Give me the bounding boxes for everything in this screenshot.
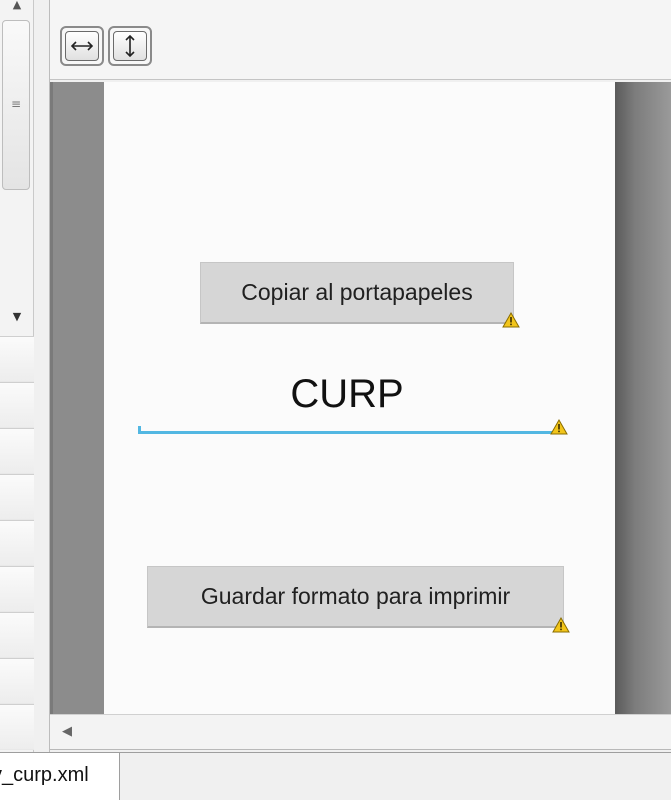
device-screen-preview: Copiar al portapapeles CURP Guardar form… xyxy=(104,82,615,714)
file-tab-label: v_curp.xml xyxy=(0,764,89,786)
layout-editor-window: ▲ ≡ ▼ Copiar al portapapeles CURP Guarda… xyxy=(0,0,671,800)
palette-panel: ▲ ≡ ▼ xyxy=(0,0,34,752)
canvas-margin-left xyxy=(50,82,104,714)
fit-width-button-face xyxy=(65,31,99,61)
grip-icon: ≡ xyxy=(11,97,22,111)
copy-button-label: Copiar al portapapeles xyxy=(241,279,473,305)
palette-row[interactable] xyxy=(0,612,34,658)
scroll-up-arrow-icon[interactable]: ▲ xyxy=(6,0,28,12)
fit-height-button[interactable] xyxy=(108,26,152,66)
curp-text-field[interactable]: CURP xyxy=(138,364,556,436)
fit-width-button[interactable] xyxy=(60,26,104,66)
canvas-margin-right xyxy=(615,82,671,714)
palette-rows xyxy=(0,336,34,750)
save-print-format-button[interactable]: Guardar formato para imprimir xyxy=(147,566,564,628)
scroll-down-arrow-icon[interactable]: ▼ xyxy=(6,308,28,326)
palette-row[interactable] xyxy=(0,566,34,612)
field-underline xyxy=(138,431,556,434)
palette-row[interactable] xyxy=(0,520,34,566)
fit-width-icon xyxy=(70,41,94,51)
editor-toolbar xyxy=(50,0,671,80)
scroll-thumb[interactable]: ≡ xyxy=(2,20,30,190)
palette-row[interactable] xyxy=(0,704,34,750)
palette-row[interactable] xyxy=(0,428,34,474)
fit-height-icon xyxy=(125,34,135,58)
curp-text: CURP xyxy=(290,372,404,416)
copy-to-clipboard-button[interactable]: Copiar al portapapeles xyxy=(200,262,514,324)
editor-tab-bar: v_curp.xml xyxy=(0,752,671,800)
warning-icon xyxy=(552,617,570,633)
canvas-horizontal-scrollbar[interactable]: ◀ xyxy=(50,714,671,750)
layout-canvas: Copiar al portapapeles CURP Guardar form… xyxy=(50,82,671,714)
scroll-left-arrow-icon[interactable]: ◀ xyxy=(62,723,76,741)
palette-row[interactable] xyxy=(0,336,34,382)
panel-splitter[interactable] xyxy=(34,0,50,752)
palette-row[interactable] xyxy=(0,658,34,704)
palette-vertical-scrollbar[interactable]: ▲ ≡ ▼ xyxy=(0,0,34,330)
palette-row[interactable] xyxy=(0,382,34,428)
palette-row[interactable] xyxy=(0,474,34,520)
warning-icon xyxy=(550,419,568,435)
fit-height-button-face xyxy=(113,31,147,61)
file-tab[interactable]: v_curp.xml xyxy=(0,753,120,800)
save-button-label: Guardar formato para imprimir xyxy=(200,583,511,609)
warning-icon xyxy=(502,312,520,328)
